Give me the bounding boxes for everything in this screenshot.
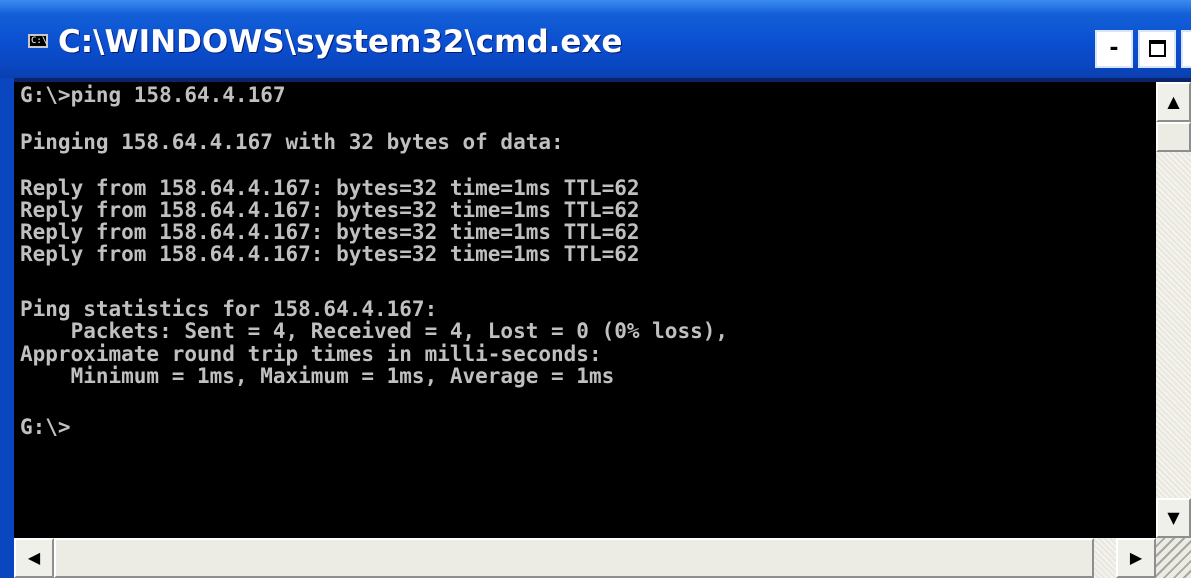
console-line: G:\>ping 158.64.4.167 [20, 83, 286, 107]
arrow-right-icon: ▶ [1129, 548, 1143, 567]
maximize-icon [1149, 40, 1166, 57]
console-line: Packets: Sent = 4, Received = 4, Lost = … [20, 319, 729, 343]
console-line: Reply from 158.64.4.167: bytes=32 time=1… [20, 220, 640, 244]
window-title: C:\WINDOWS\system32\cmd.exe [58, 24, 623, 60]
arrow-down-icon: ▼ [1167, 508, 1180, 527]
console-line: Approximate round trip times in milli-se… [20, 342, 602, 366]
console-output[interactable]: G:\>ping 158.64.4.167 Pinging 158.64.4.1… [14, 82, 1156, 538]
scroll-down-button[interactable]: ▼ [1156, 498, 1191, 538]
arrow-up-icon: ▲ [1167, 92, 1180, 111]
horizontal-scroll-thumb[interactable] [54, 538, 1094, 578]
close-button[interactable]: × [1181, 30, 1191, 68]
vertical-scroll-thumb[interactable] [1156, 122, 1191, 152]
window-frame-left [0, 78, 14, 578]
vertical-scrollbar[interactable]: ▲ ▼ [1156, 82, 1191, 538]
scroll-up-button[interactable]: ▲ [1156, 82, 1191, 122]
console-prompt: G:\> [20, 415, 71, 439]
minimize-button[interactable]: - [1095, 30, 1133, 68]
horizontal-scrollbar[interactable]: ◀ ▶ [14, 538, 1156, 578]
arrow-left-icon: ◀ [27, 548, 41, 567]
maximize-button[interactable] [1138, 30, 1176, 68]
console-line: Reply from 158.64.4.167: bytes=32 time=1… [20, 242, 640, 266]
console-line: Reply from 158.64.4.167: bytes=32 time=1… [20, 198, 640, 222]
title-bar[interactable]: C:\ C:\WINDOWS\system32\cmd.exe - × [0, 0, 1191, 78]
console-line: Minimum = 1ms, Maximum = 1ms, Average = … [20, 364, 615, 388]
scroll-left-button[interactable]: ◀ [14, 538, 54, 578]
resize-grip-icon[interactable] [1156, 538, 1191, 578]
cmd-app-icon[interactable]: C:\ [28, 34, 48, 48]
console-line: Ping statistics for 158.64.4.167: [20, 297, 438, 321]
console-line: Pinging 158.64.4.167 with 32 bytes of da… [20, 130, 564, 154]
console-line: Reply from 158.64.4.167: bytes=32 time=1… [20, 176, 640, 200]
scroll-right-button[interactable]: ▶ [1116, 538, 1156, 578]
cmd-window: C:\ C:\WINDOWS\system32\cmd.exe - × G:\>… [0, 0, 1191, 578]
